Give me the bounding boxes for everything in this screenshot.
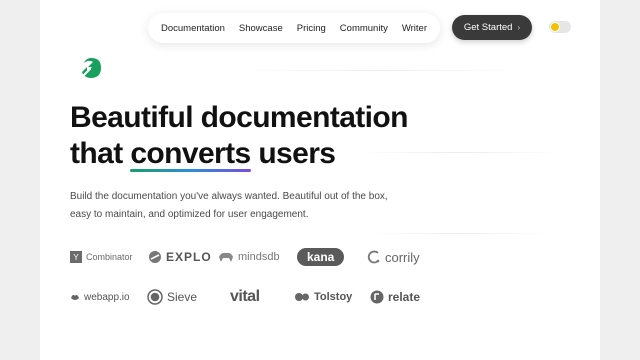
explo-mark-icon: [149, 251, 161, 263]
nav-link-community[interactable]: Community: [340, 23, 388, 34]
logo-row: webapp.io Sieve vital Tolstoy relate: [70, 285, 470, 309]
relate-logo: relate: [370, 290, 420, 304]
get-started-label: Get Started: [463, 22, 513, 33]
nav-link-pricing[interactable]: Pricing: [297, 23, 326, 34]
kana-logo: kana: [297, 248, 367, 266]
hero-title: Beautiful documentation that converts us…: [70, 100, 490, 172]
webapp-logo: webapp.io: [70, 292, 147, 303]
hero-title-line2-pre: that: [70, 137, 131, 170]
webapp-name: webapp.io: [84, 291, 130, 303]
nav-link-writer[interactable]: Writer: [402, 23, 427, 34]
hero-title-highlight: converts: [130, 137, 251, 172]
theme-toggle[interactable]: [549, 21, 571, 33]
hero-subtitle-line1: Build the documentation you've always wa…: [70, 191, 388, 202]
ycombinator-logo: Y Combinator: [70, 251, 148, 263]
hero-title-line1: Beautiful documentation: [70, 101, 408, 134]
vital-logo: vital: [230, 288, 294, 306]
corrily-name: corrily: [385, 249, 420, 265]
ycombinator-name: Combinator: [86, 252, 133, 262]
explo-logo: EXPLO: [148, 250, 218, 264]
tolstoy-mark-icon: [295, 293, 309, 301]
hero-subtitle-line2: easy to maintain, and optimized for user…: [70, 209, 309, 220]
customer-logos: Y Combinator EXPLO mindsdb kana corrily …: [70, 245, 470, 325]
sieve-logo: Sieve: [147, 289, 230, 305]
vital-name: vital: [230, 288, 260, 305]
relate-name: relate: [388, 290, 421, 304]
explo-name: EXPLO: [166, 250, 212, 264]
nav-link-showcase[interactable]: Showcase: [239, 23, 283, 34]
decorative-line: [240, 70, 520, 71]
tolstoy-logo: Tolstoy: [294, 291, 370, 303]
mindsdb-logo: mindsdb: [218, 251, 297, 263]
chevron-right-icon: ›: [517, 23, 521, 32]
sieve-mark-icon: [147, 289, 163, 305]
kana-name: kana: [297, 248, 345, 266]
mindsdb-bear-icon: [219, 252, 233, 262]
hero-title-line2-post: users: [250, 137, 336, 170]
ycombinator-mark-icon: Y: [70, 251, 82, 263]
logo-row: Y Combinator EXPLO mindsdb kana corrily: [70, 245, 470, 269]
hero-subtitle: Build the documentation you've always wa…: [70, 188, 430, 224]
sun-icon: [551, 23, 559, 31]
decorative-line: [370, 233, 550, 234]
nav-link-documentation[interactable]: Documentation: [161, 23, 225, 34]
mindsdb-name: mindsdb: [238, 251, 280, 263]
corrily-mark-icon: [367, 250, 380, 264]
top-navbar: Documentation Showcase Pricing Community…: [148, 13, 440, 43]
sieve-name: Sieve: [167, 290, 198, 304]
relate-mark-icon: [370, 290, 384, 304]
corrily-logo: corrily: [367, 250, 420, 265]
mintlify-logo-icon[interactable]: [78, 55, 104, 81]
webapp-mark-icon: [71, 294, 79, 300]
tolstoy-name: Tolstoy: [314, 291, 353, 303]
get-started-button[interactable]: Get Started ›: [452, 15, 532, 40]
